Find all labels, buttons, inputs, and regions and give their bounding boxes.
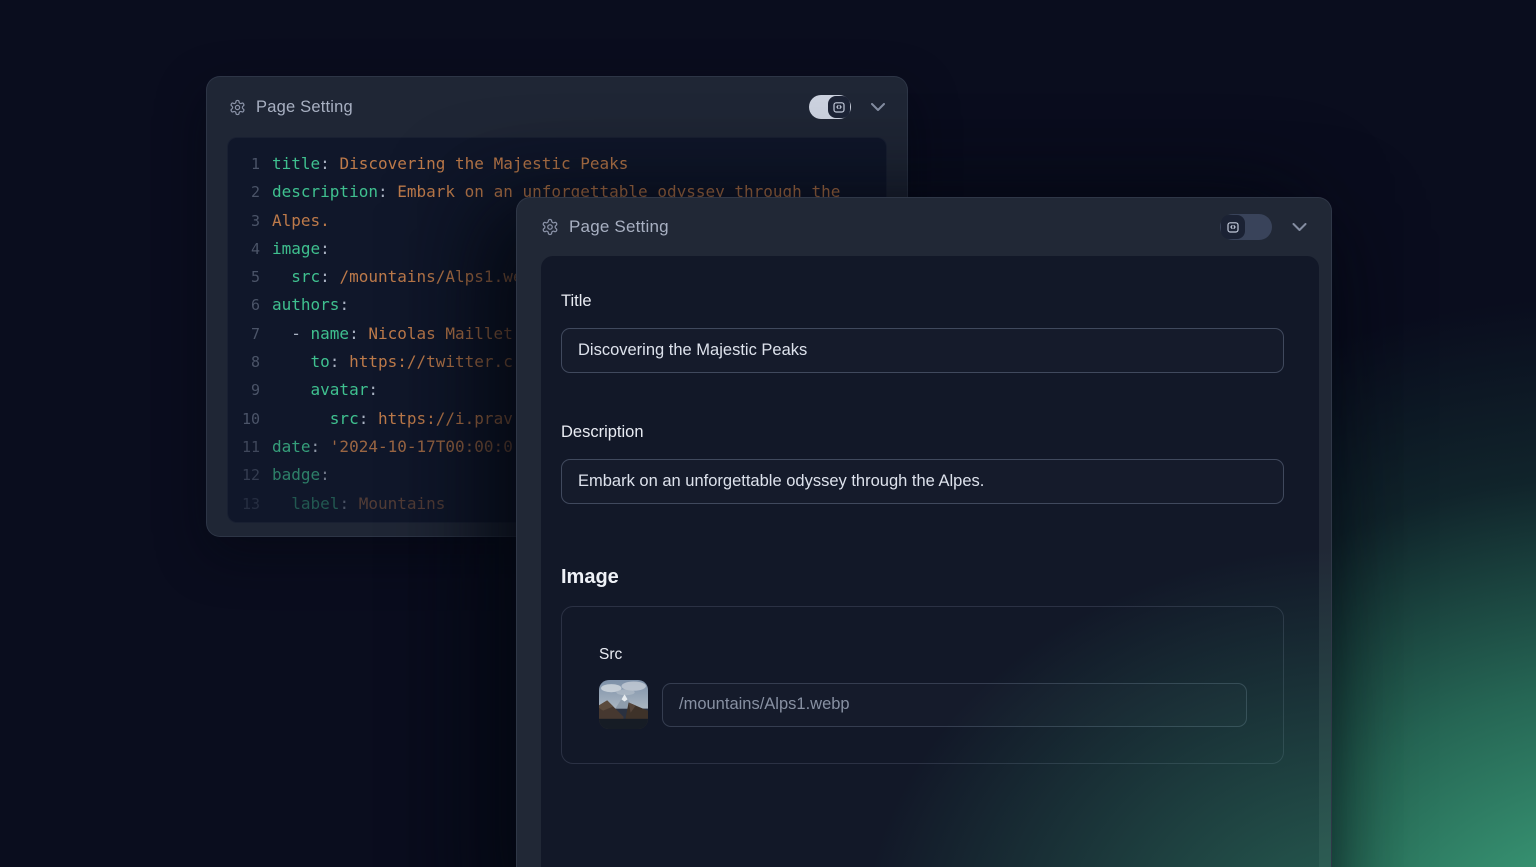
front-panel-title: Page Setting bbox=[569, 217, 669, 237]
line-number: 8 bbox=[236, 348, 260, 376]
page-setting-form: Title Description Image Src bbox=[541, 256, 1319, 867]
line-number: 3 bbox=[236, 207, 260, 235]
page-background: Page Setting 1title: Discovering the Maj… bbox=[0, 0, 1536, 867]
line-number: 13 bbox=[236, 490, 260, 518]
src-row bbox=[599, 680, 1247, 729]
image-group-card: Src bbox=[561, 606, 1284, 764]
code-view-toggle[interactable] bbox=[1220, 214, 1272, 240]
toggle-knob bbox=[828, 96, 850, 118]
code-block-icon bbox=[1226, 220, 1240, 234]
toggle-knob bbox=[1221, 215, 1245, 239]
title-input[interactable] bbox=[561, 328, 1284, 373]
front-panel-header: Page Setting bbox=[517, 198, 1331, 256]
description-input[interactable] bbox=[561, 459, 1284, 504]
line-number: 9 bbox=[236, 376, 260, 404]
description-label: Description bbox=[561, 423, 1284, 442]
image-section-heading: Image bbox=[561, 566, 1284, 589]
line-number: 2 bbox=[236, 178, 260, 206]
line-number: 6 bbox=[236, 291, 260, 319]
code-block-icon bbox=[832, 100, 846, 114]
gear-icon bbox=[229, 99, 246, 116]
line-number: 11 bbox=[236, 433, 260, 461]
gear-icon bbox=[541, 218, 559, 236]
chevron-down-icon[interactable] bbox=[1292, 223, 1307, 232]
page-setting-panel-form-view: Page Setting Title Description Image bbox=[516, 197, 1332, 867]
src-label: Src bbox=[599, 646, 1247, 664]
line-number: 5 bbox=[236, 263, 260, 291]
title-label: Title bbox=[561, 292, 1284, 311]
code-view-toggle[interactable] bbox=[809, 95, 851, 119]
code-line: 1title: Discovering the Majestic Peaks bbox=[236, 150, 886, 178]
back-panel-header: Page Setting bbox=[207, 77, 907, 137]
chevron-down-icon[interactable] bbox=[871, 103, 885, 112]
line-number: 10 bbox=[236, 405, 260, 433]
line-number: 4 bbox=[236, 235, 260, 263]
line-number: 7 bbox=[236, 320, 260, 348]
image-src-input[interactable] bbox=[662, 683, 1247, 727]
mountain-thumbnail bbox=[599, 680, 648, 729]
line-number: 1 bbox=[236, 150, 260, 178]
line-number: 12 bbox=[236, 461, 260, 489]
back-panel-title: Page Setting bbox=[256, 98, 353, 117]
